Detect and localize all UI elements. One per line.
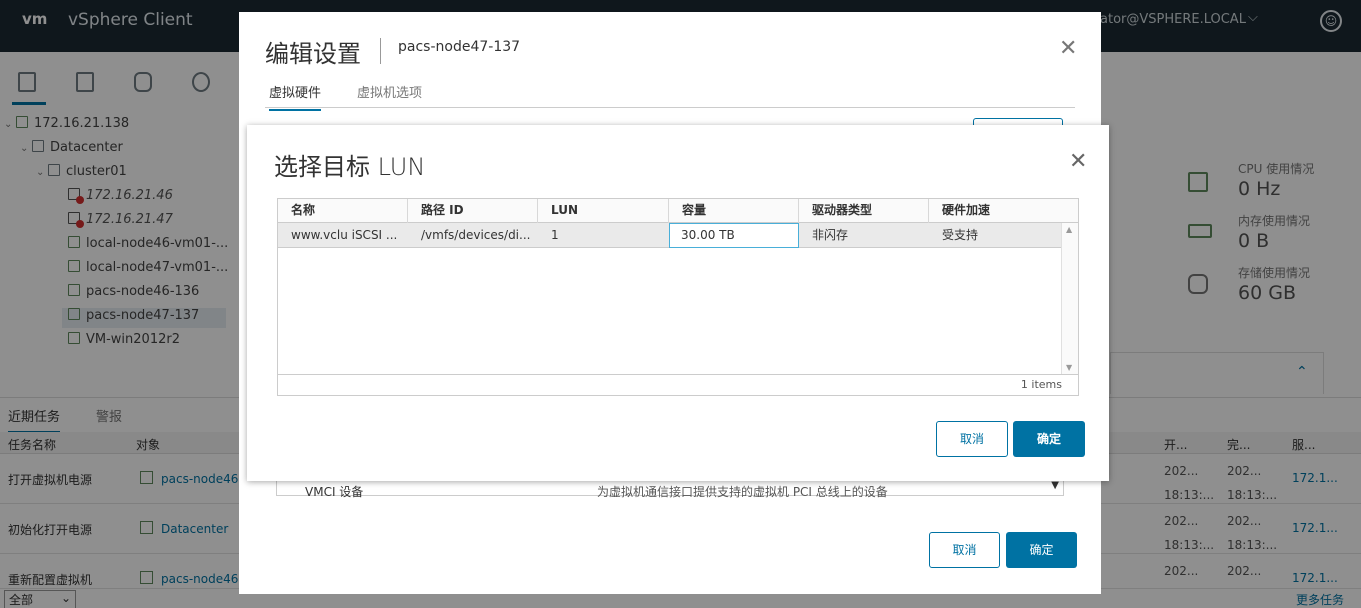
col-hw-accel[interactable]: 硬件加速 bbox=[929, 199, 1078, 223]
scroll-up-icon[interactable]: ▲ bbox=[1066, 225, 1072, 234]
vm-name: pacs-node47-137 bbox=[398, 39, 521, 55]
dialog-title: 选择目标 LUN bbox=[274, 153, 426, 181]
item-count: 1 items bbox=[1020, 378, 1062, 391]
table-row[interactable]: www.vclu iSCSI ... /vmfs/devices/di... 1… bbox=[278, 223, 1061, 248]
col-lun[interactable]: LUN bbox=[538, 199, 669, 223]
cell-hw-accel: 受支持 bbox=[942, 228, 979, 242]
datagrid-footer: 1 items bbox=[278, 374, 1078, 395]
close-icon[interactable]: ✕ bbox=[1059, 36, 1077, 61]
select-lun-dialog: 选择目标 LUN ✕ 名称 路径 ID LUN 容量 驱动器类型 硬件加速 ww… bbox=[247, 125, 1109, 481]
cell-capacity[interactable]: 30.00 TB bbox=[669, 223, 799, 248]
cell-drive-type: 非闪存 bbox=[812, 228, 849, 242]
cell-path-id: /vmfs/devices/di... bbox=[421, 228, 531, 242]
dialog-title: 编辑设置 bbox=[265, 40, 361, 68]
dropdown-arrow-icon[interactable]: ▼ bbox=[1051, 480, 1059, 491]
ok-button[interactable]: 确定 bbox=[1006, 532, 1077, 568]
scroll-down-icon[interactable]: ▼ bbox=[1066, 363, 1072, 372]
col-path-id[interactable]: 路径 ID bbox=[408, 199, 538, 223]
col-name[interactable]: 名称 bbox=[278, 199, 408, 223]
tab-vm-options[interactable]: 虚拟机选项 bbox=[357, 82, 422, 101]
title-divider bbox=[380, 38, 381, 64]
close-icon[interactable]: ✕ bbox=[1069, 149, 1087, 174]
cancel-button[interactable]: 取消 bbox=[936, 421, 1008, 457]
ok-button[interactable]: 确定 bbox=[1013, 421, 1085, 457]
tab-divider bbox=[265, 107, 1075, 108]
lun-datagrid: 名称 路径 ID LUN 容量 驱动器类型 硬件加速 www.vclu iSCS… bbox=[277, 198, 1079, 396]
vertical-scrollbar[interactable]: ▲ ▼ bbox=[1061, 223, 1078, 374]
col-drive-type[interactable]: 驱动器类型 bbox=[799, 199, 929, 223]
datagrid-header: 名称 路径 ID LUN 容量 驱动器类型 硬件加速 bbox=[278, 199, 1078, 223]
cancel-button[interactable]: 取消 bbox=[929, 532, 1000, 568]
col-capacity[interactable]: 容量 bbox=[669, 199, 799, 223]
cell-lun: 1 bbox=[551, 228, 559, 242]
cell-name: www.vclu iSCSI ... bbox=[291, 228, 398, 242]
